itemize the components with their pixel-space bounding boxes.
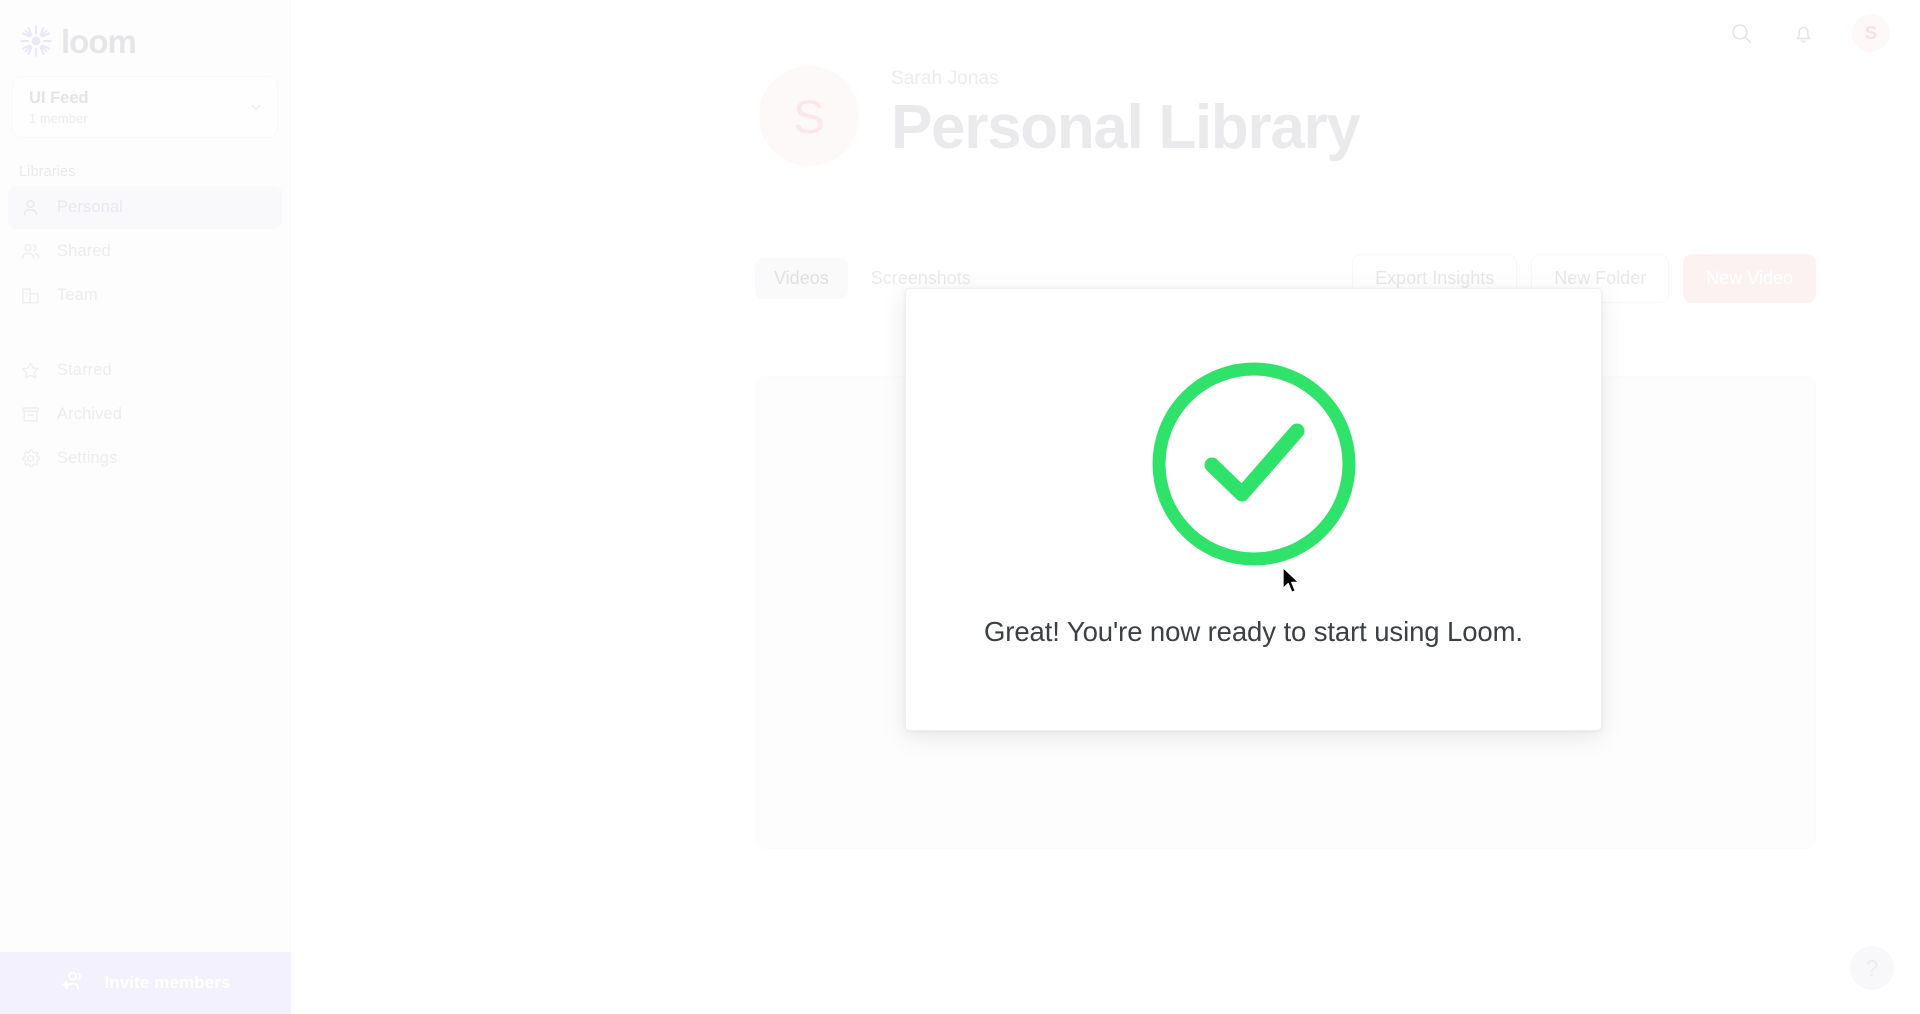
sidebar-item-label: Team	[57, 286, 98, 304]
star-icon	[19, 360, 41, 382]
sidebar: loom UI Feed 1 member Libraries Personal	[0, 0, 291, 1014]
users-icon	[19, 241, 41, 263]
workspace-selector[interactable]: UI Feed 1 member	[12, 76, 278, 138]
chevron-down-icon	[249, 100, 263, 114]
new-video-button[interactable]: New Video	[1683, 254, 1816, 303]
logo-wordmark: loom	[61, 22, 137, 60]
archive-icon	[19, 404, 41, 426]
onboarding-success-modal: Great! You're now ready to start using L…	[905, 288, 1602, 731]
sidebar-item-settings[interactable]: Settings	[8, 437, 282, 480]
building-icon	[19, 285, 41, 307]
sidebar-item-label: Shared	[57, 242, 111, 260]
page-avatar: S	[759, 66, 859, 166]
page-header: S Sarah Jonas Personal Library	[291, 0, 1920, 166]
user-name: Sarah Jonas	[891, 68, 999, 89]
invite-members-button[interactable]: Invite members	[0, 952, 291, 1014]
page-title: Personal Library	[891, 93, 1361, 162]
page-header-text: Sarah Jonas Personal Library	[891, 62, 1361, 164]
tab-videos[interactable]: Videos	[755, 258, 848, 299]
sidebar-item-starred[interactable]: Starred	[8, 349, 282, 392]
sidebar-item-label: Starred	[57, 361, 112, 379]
sidebar-nav: Personal Shared Team Starred Archived Se…	[0, 186, 290, 480]
arrow-cursor-icon	[1281, 566, 1303, 601]
question-mark-icon: ?	[1865, 954, 1879, 981]
main-content: S S Sarah Jonas Personal Library Videos …	[291, 0, 1920, 1014]
check-circle-icon	[1149, 359, 1359, 574]
sidebar-item-team[interactable]: Team	[8, 274, 282, 317]
modal-message: Great! You're now ready to start using L…	[984, 616, 1523, 647]
gear-icon	[19, 448, 41, 470]
workspace-member-count: 1 member	[29, 110, 88, 126]
sidebar-divider-gap	[8, 318, 282, 349]
sidebar-item-label: Settings	[57, 449, 118, 467]
help-button[interactable]: ?	[1850, 946, 1894, 990]
sidebar-section-label: Libraries	[19, 164, 76, 180]
add-user-icon	[60, 968, 86, 999]
sidebar-item-label: Personal	[57, 198, 123, 216]
workspace-name: UI Feed	[29, 89, 89, 108]
sidebar-item-shared[interactable]: Shared	[8, 230, 282, 273]
sidebar-item-label: Archived	[57, 405, 122, 423]
user-icon	[19, 197, 41, 219]
sidebar-item-archived[interactable]: Archived	[8, 393, 282, 436]
app-root: loom UI Feed 1 member Libraries Personal	[0, 0, 1920, 1014]
sidebar-item-personal[interactable]: Personal	[8, 186, 282, 229]
app-logo[interactable]: loom	[0, 0, 290, 66]
invite-members-label: Invite members	[104, 973, 231, 992]
loom-sunburst-icon	[18, 23, 54, 59]
workspace-text: UI Feed 1 member	[29, 88, 249, 126]
